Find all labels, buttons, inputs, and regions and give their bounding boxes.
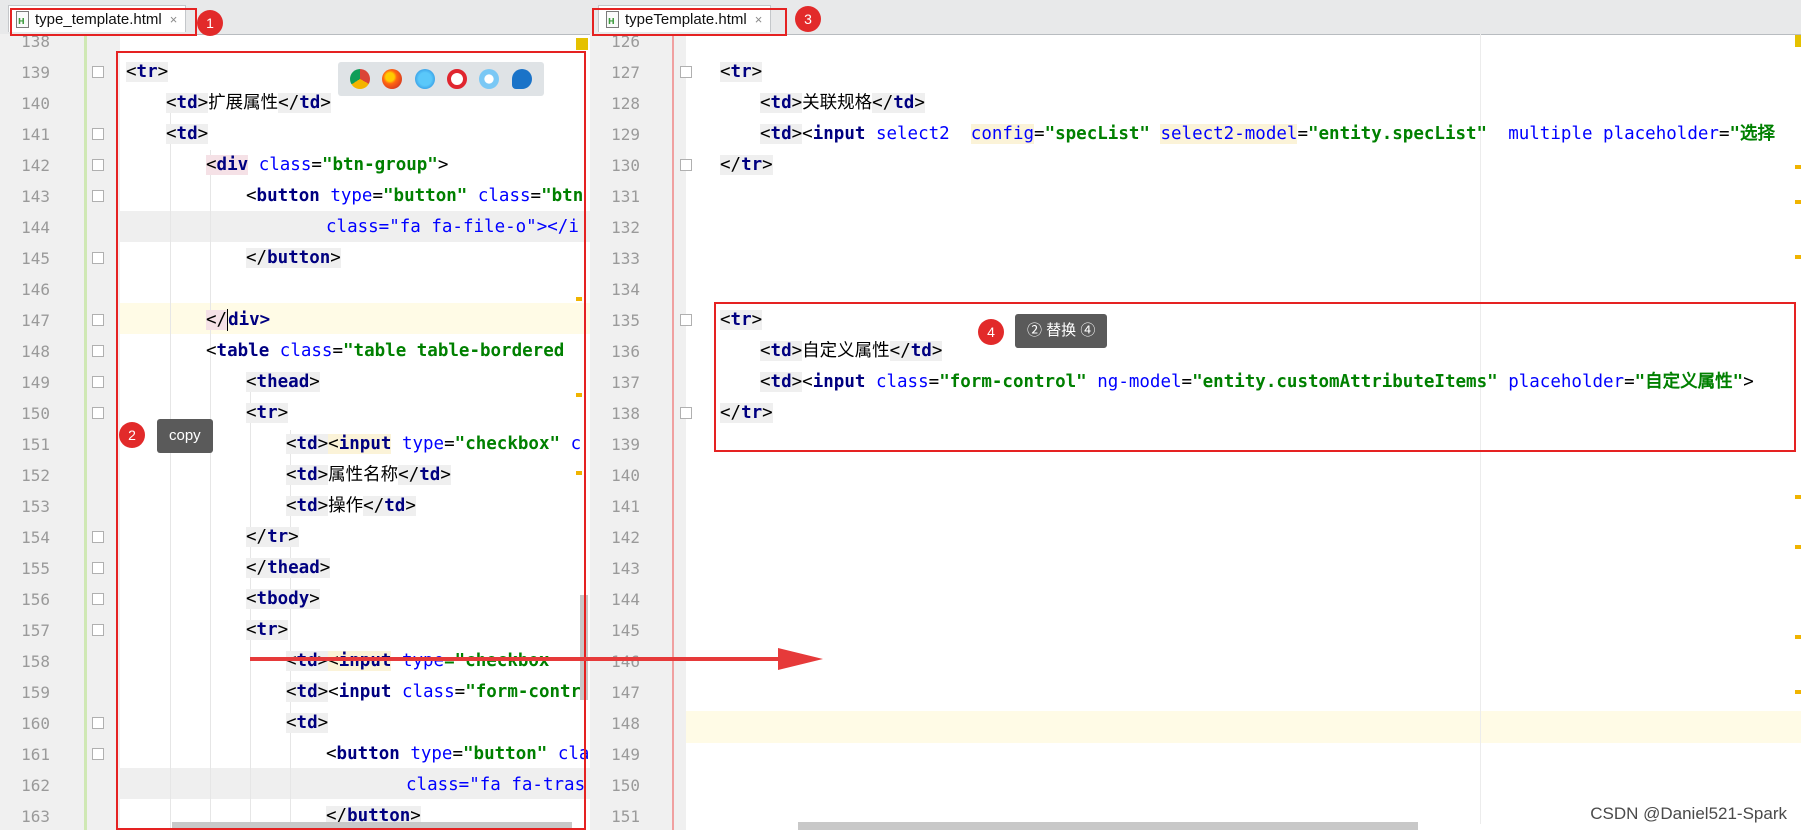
arrow-line xyxy=(250,657,780,661)
line-number: 142 xyxy=(611,528,640,547)
line-number: 150 xyxy=(611,776,640,795)
fold-column xyxy=(84,34,112,830)
fold-marker[interactable] xyxy=(92,314,104,326)
fold-marker[interactable] xyxy=(92,593,104,605)
line-number: 146 xyxy=(611,652,640,671)
line-number: 144 xyxy=(21,218,50,237)
line-number: 140 xyxy=(21,94,50,113)
change-marker-bar xyxy=(84,34,87,830)
copy-tooltip: copy xyxy=(157,419,213,453)
line-number: 140 xyxy=(611,466,640,485)
fold-marker[interactable] xyxy=(92,562,104,574)
line-number: 163 xyxy=(21,807,50,826)
fold-marker[interactable] xyxy=(680,407,692,419)
code-line-128[interactable]: <td>关联规格</td> xyxy=(760,88,925,119)
line-number: 136 xyxy=(611,342,640,361)
fold-marker[interactable] xyxy=(92,190,104,202)
warning-marker[interactable] xyxy=(1795,35,1801,47)
line-number: 151 xyxy=(611,807,640,826)
line-number: 144 xyxy=(611,590,640,609)
line-number: 128 xyxy=(611,94,640,113)
code-line-129[interactable]: <td><input select2 config="specList" sel… xyxy=(760,119,1775,150)
line-number: 141 xyxy=(21,125,50,144)
change-marker[interactable] xyxy=(1795,165,1801,169)
line-number: 143 xyxy=(21,187,50,206)
line-number: 158 xyxy=(21,652,50,671)
code-line-127[interactable]: <tr> xyxy=(720,57,763,88)
line-number: 139 xyxy=(21,63,50,82)
line-number: 145 xyxy=(611,621,640,640)
fold-marker[interactable] xyxy=(92,252,104,264)
fold-marker[interactable] xyxy=(680,66,692,78)
line-number: 161 xyxy=(21,745,50,764)
line-number: 156 xyxy=(21,590,50,609)
line-number: 148 xyxy=(611,714,640,733)
line-number: 162 xyxy=(21,776,50,795)
line-number: 154 xyxy=(21,528,50,547)
fold-marker[interactable] xyxy=(92,748,104,760)
line-number: 147 xyxy=(21,311,50,330)
line-number: 160 xyxy=(21,714,50,733)
line-number: 146 xyxy=(21,280,50,299)
line-number: 130 xyxy=(611,156,640,175)
current-line-highlight xyxy=(686,711,1801,742)
line-number: 153 xyxy=(21,497,50,516)
fold-marker[interactable] xyxy=(92,66,104,78)
horizontal-scrollbar-thumb[interactable] xyxy=(798,822,1418,830)
fold-marker[interactable] xyxy=(92,407,104,419)
fold-marker[interactable] xyxy=(92,376,104,388)
change-marker-bar xyxy=(672,34,674,830)
code-line-130[interactable]: </tr> xyxy=(720,150,773,181)
line-number: 150 xyxy=(21,404,50,423)
line-number: 132 xyxy=(611,218,640,237)
annotation-box-left-tab xyxy=(10,8,197,36)
change-marker[interactable] xyxy=(1795,495,1801,499)
line-number: 137 xyxy=(611,373,640,392)
fold-marker[interactable] xyxy=(92,159,104,171)
line-number: 148 xyxy=(21,342,50,361)
fold-marker[interactable] xyxy=(92,717,104,729)
annotation-badge-3: 3 xyxy=(795,6,821,32)
annotation-box-right-tab xyxy=(592,8,787,36)
change-marker[interactable] xyxy=(1795,635,1801,639)
line-number: 141 xyxy=(611,497,640,516)
line-number: 159 xyxy=(21,683,50,702)
change-marker[interactable] xyxy=(1795,255,1801,259)
line-number: 147 xyxy=(611,683,640,702)
line-number: 142 xyxy=(21,156,50,175)
line-number: 131 xyxy=(611,187,640,206)
line-number: 149 xyxy=(21,373,50,392)
fold-marker[interactable] xyxy=(92,624,104,636)
fold-marker[interactable] xyxy=(680,159,692,171)
line-number: 129 xyxy=(611,125,640,144)
line-number: 143 xyxy=(611,559,640,578)
replace-tooltip: ② 替换 ④ xyxy=(1015,314,1108,348)
line-number: 139 xyxy=(611,435,640,454)
line-number: 138 xyxy=(611,404,640,423)
line-number: 133 xyxy=(611,249,640,268)
annotation-box-replace-region xyxy=(714,302,1796,452)
change-marker[interactable] xyxy=(1795,200,1801,204)
line-number: 152 xyxy=(21,466,50,485)
line-number: 135 xyxy=(611,311,640,330)
change-marker[interactable] xyxy=(1795,545,1801,549)
watermark: CSDN @Daniel521-Spark xyxy=(1590,804,1787,823)
change-marker[interactable] xyxy=(1795,690,1801,694)
line-number: 157 xyxy=(21,621,50,640)
fold-marker[interactable] xyxy=(92,345,104,357)
line-number: 149 xyxy=(611,745,640,764)
line-number: 155 xyxy=(21,559,50,578)
arrow-right-icon xyxy=(778,648,823,670)
line-number: 127 xyxy=(611,63,640,82)
fold-marker[interactable] xyxy=(92,128,104,140)
warning-marker[interactable] xyxy=(576,38,588,50)
annotation-badge-4: 4 xyxy=(978,319,1004,345)
line-number: 134 xyxy=(611,280,640,299)
fold-marker[interactable] xyxy=(92,531,104,543)
annotation-badge-2: 2 xyxy=(119,422,145,448)
line-number: 145 xyxy=(21,249,50,268)
fold-marker[interactable] xyxy=(680,314,692,326)
annotation-badge-1: 1 xyxy=(197,10,223,36)
line-number: 151 xyxy=(21,435,50,454)
